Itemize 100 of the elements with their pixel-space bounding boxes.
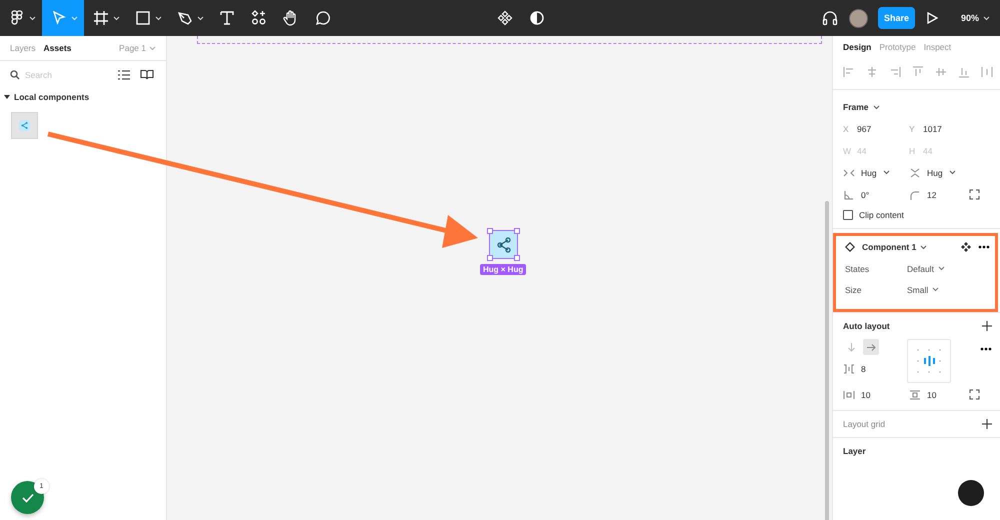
right-arrow-button[interactable] <box>863 339 879 355</box>
checkbox[interactable] <box>843 210 853 220</box>
component-icon[interactable] <box>961 242 971 252</box>
plus-icon[interactable] <box>982 321 992 331</box>
field-value: 10 <box>861 390 870 400</box>
caret-icon <box>29 16 36 20</box>
property-dropdown[interactable]: Small <box>907 284 940 294</box>
contrast-icon[interactable] <box>529 10 545 26</box>
text-icon <box>218 9 236 27</box>
component-thumbnail[interactable] <box>11 112 38 139</box>
component-name: Component 1 <box>862 242 916 252</box>
resize-handle[interactable] <box>514 255 520 261</box>
vertical-padding-icon <box>909 390 921 400</box>
right-arrow-icon <box>866 342 876 352</box>
zoom-value: 90% <box>960 13 979 23</box>
more-icon[interactable] <box>980 347 992 351</box>
headphones-icon[interactable] <box>820 9 839 27</box>
library-icon[interactable] <box>140 69 154 80</box>
vertical-resize-icon <box>909 168 921 178</box>
checkbox-label: Clip content <box>859 210 904 220</box>
scrollbar[interactable] <box>825 201 829 520</box>
caret-icon <box>149 46 156 50</box>
field-label: Y <box>909 124 916 134</box>
angle-icon <box>843 190 855 200</box>
resources-icon <box>250 9 268 27</box>
field-value: 967 <box>857 124 872 134</box>
pointer-icon <box>50 9 68 27</box>
field-value: 10 <box>927 390 936 400</box>
caret-icon <box>113 16 120 20</box>
more-icon[interactable] <box>978 245 990 249</box>
property-label: Size <box>845 284 863 294</box>
align-bars-icon <box>924 356 935 366</box>
zoom-dropdown[interactable]: 90% <box>960 13 990 23</box>
caret-icon <box>882 170 890 175</box>
pen-icon <box>176 9 194 27</box>
horizontal-resize-icon <box>843 168 855 178</box>
rectangle-icon <box>134 9 152 27</box>
resize-handle[interactable] <box>514 228 520 234</box>
list-view-icon[interactable] <box>118 70 130 80</box>
corner-radius-icon <box>909 190 921 200</box>
field-value: 8 <box>861 364 866 374</box>
section-header[interactable]: Local components <box>0 86 166 108</box>
field-label: W <box>843 146 851 156</box>
section-title: Local components <box>14 92 90 102</box>
selected-component[interactable] <box>489 230 518 259</box>
property-field[interactable]: Hug <box>909 165 969 180</box>
panel-tab[interactable]: Design <box>843 42 872 52</box>
property-field[interactable]: Y 1017 <box>909 121 969 136</box>
individual-padding-icon[interactable] <box>969 389 980 400</box>
share-icon <box>19 120 30 131</box>
section-title: Auto layout <box>843 321 890 331</box>
vertical-padding-field[interactable]: 10 <box>909 387 969 402</box>
frame-dropdown[interactable]: Frame <box>843 102 880 112</box>
caret-icon <box>932 287 940 292</box>
property-label: States <box>845 264 870 274</box>
property-field[interactable]: 0° <box>843 187 909 202</box>
property-dropdown[interactable]: Default <box>907 264 945 274</box>
plus-icon[interactable] <box>982 419 992 429</box>
section-title: Layer <box>843 446 866 456</box>
field-value: Hug <box>927 168 943 178</box>
frame-icon <box>92 9 110 27</box>
user-avatar[interactable] <box>848 8 868 28</box>
field-value: Hug <box>861 168 877 178</box>
panel-tab[interactable]: Assets <box>44 43 72 53</box>
search-icon <box>10 70 20 80</box>
checkmark-icon <box>22 492 34 502</box>
field-value: 12 <box>927 190 936 200</box>
property-value: Default <box>907 264 934 274</box>
spacing-field[interactable]: 8 <box>843 361 907 376</box>
horizontal-padding-icon <box>843 390 855 400</box>
component-icon[interactable] <box>497 10 513 26</box>
section-title: Layout grid <box>843 419 886 429</box>
caret-icon <box>948 170 956 175</box>
caret-icon <box>938 266 945 271</box>
disclosure-triangle-icon <box>4 94 10 100</box>
horizontal-padding-field[interactable]: 10 <box>843 387 909 402</box>
page-name: Page 1 <box>119 43 146 53</box>
component-dropdown[interactable]: Component 1 <box>862 242 954 252</box>
spacing-icon <box>843 364 855 374</box>
resize-handle[interactable] <box>487 255 493 261</box>
caret-icon <box>983 16 990 20</box>
down-arrow-icon <box>846 342 856 352</box>
alignment-matrix[interactable] <box>907 339 951 383</box>
property-value: Small <box>907 284 928 294</box>
caret-icon <box>872 104 880 110</box>
field-value: 44 <box>857 146 866 156</box>
play-icon[interactable] <box>924 11 939 25</box>
caret-icon <box>920 244 928 250</box>
field-label: X <box>843 124 850 134</box>
field-value: 44 <box>923 146 932 156</box>
caret-icon <box>155 16 162 20</box>
property-field[interactable]: Hug <box>843 165 909 180</box>
property-field[interactable]: 12 <box>909 187 969 202</box>
field-value: 0° <box>861 190 870 200</box>
field-value: 1017 <box>923 124 942 134</box>
clip-content-checkbox[interactable]: Clip content <box>843 210 992 220</box>
property-field[interactable]: X 967 <box>843 121 909 136</box>
independent-corners-icon[interactable] <box>969 189 980 200</box>
diamond-icon <box>845 242 855 252</box>
resize-handle[interactable] <box>487 228 493 234</box>
